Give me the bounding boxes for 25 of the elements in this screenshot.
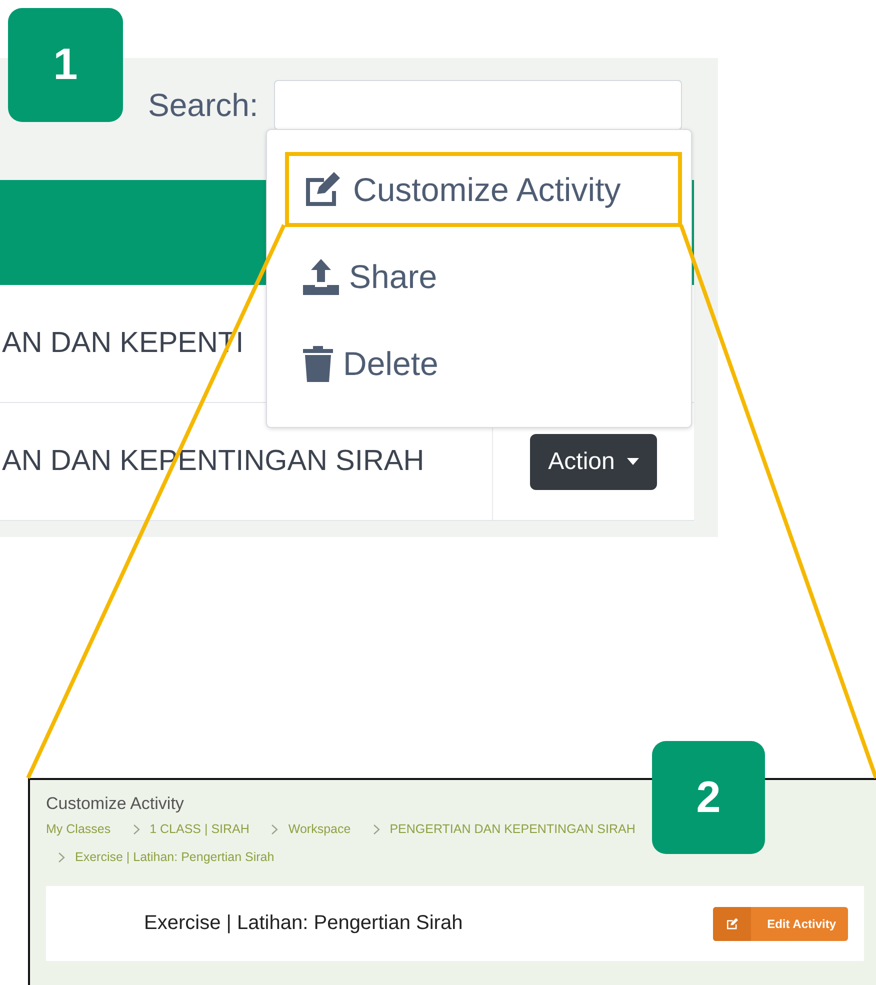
menu-item[interactable]: Share	[285, 239, 682, 314]
activity-title: Exercise | Latihan: Pengertian Sirah	[144, 912, 463, 935]
edit-activity-button[interactable]: Edit Activity	[713, 906, 848, 940]
breadcrumb-link[interactable]: Workspace	[288, 822, 351, 836]
search-field[interactable]	[274, 80, 682, 130]
step-badge: 2	[652, 741, 765, 854]
chevron-icon	[271, 824, 278, 834]
chevron-icon	[132, 824, 140, 834]
edit-icon	[303, 172, 343, 208]
breadcrumb-link[interactable]: PENGERTIAN DAN KEPENTINGAN SIRAH	[390, 822, 636, 836]
menu-item[interactable]: Delete	[285, 326, 682, 401]
trash-icon	[303, 346, 333, 382]
action-button[interactable]: Action	[530, 434, 657, 490]
breadcrumb-link[interactable]: 1 CLASS | SIRAH	[150, 822, 250, 836]
page-title: Customize Activity	[46, 794, 184, 814]
edit-icon	[726, 918, 739, 930]
search-label: Search:	[148, 86, 258, 124]
chevron-icon	[372, 824, 380, 834]
step-badge: 1	[8, 8, 123, 122]
caret-icon	[626, 458, 639, 465]
breadcrumb-link[interactable]: Exercise | Latihan: Pengertian Sirah	[75, 850, 274, 864]
upload-icon	[303, 258, 339, 294]
breadcrumb-link[interactable]: My Classes	[46, 822, 111, 836]
chevron-icon	[58, 852, 65, 862]
menu-item[interactable]: Customize Activity	[285, 152, 682, 227]
